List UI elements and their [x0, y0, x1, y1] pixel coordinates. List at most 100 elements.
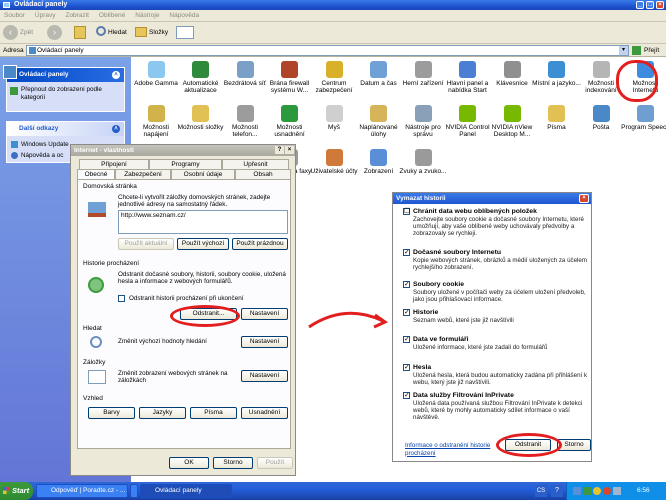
- cp-item[interactable]: NVIDIA nView Desktop M...: [487, 105, 537, 138]
- control-panel-box-header[interactable]: Ovládací panely ˄: [3, 65, 124, 82]
- cp-item[interactable]: Nástroje pro správu: [398, 105, 448, 138]
- use-current-button[interactable]: Použít aktuální: [118, 238, 174, 250]
- colors-button[interactable]: Barvy: [88, 407, 135, 419]
- menu-edit[interactable]: Úpravy: [31, 10, 60, 21]
- cp-item[interactable]: Možnosti složky: [176, 105, 226, 131]
- up-folder-icon[interactable]: [74, 26, 86, 39]
- cp-item[interactable]: Uživatelské účty: [309, 149, 359, 175]
- ok-button[interactable]: OK: [169, 457, 209, 469]
- cp-item[interactable]: Písma: [532, 105, 582, 131]
- network-icon[interactable]: [573, 487, 581, 495]
- cp-item[interactable]: Datum a čas: [354, 61, 404, 87]
- address-dropdown-icon[interactable]: ▾: [619, 46, 628, 55]
- cp-item[interactable]: Herní zařízení: [398, 61, 448, 87]
- language-indicator[interactable]: CS: [535, 485, 547, 497]
- cp-item[interactable]: Možnosti napájení: [131, 105, 181, 138]
- use-blank-button[interactable]: Použít prázdnou: [232, 238, 288, 250]
- tabs-settings-button[interactable]: Nastavení: [241, 370, 288, 382]
- taskbar-control-panel[interactable]: Ovládací panely: [140, 484, 232, 498]
- switch-view-link[interactable]: Přepnout do zobrazení podle kategorií: [7, 82, 124, 101]
- home-page-url-input[interactable]: http://www.seznam.cz/: [118, 210, 288, 234]
- cp-item[interactable]: Místní a jazyko...: [532, 61, 582, 87]
- cp-item[interactable]: Program Speech: [621, 105, 666, 131]
- back-label[interactable]: Zpět: [20, 29, 33, 36]
- about-deleting-history-link[interactable]: Informace o odstranění historie procháze…: [405, 442, 505, 457]
- views-icon[interactable]: [176, 26, 194, 39]
- cp-item[interactable]: Adobe Gamma: [131, 61, 181, 87]
- tab-connections[interactable]: Připojení: [79, 159, 149, 169]
- menu-help[interactable]: Nápověda: [165, 10, 203, 21]
- cp-item[interactable]: Brána firewall systému W...: [265, 61, 315, 94]
- help-tray-icon[interactable]: ?: [551, 485, 563, 497]
- help-button[interactable]: ?: [275, 146, 284, 154]
- cp-item[interactable]: Automatické aktualizace: [176, 61, 226, 94]
- tray-antivirus-icon[interactable]: [603, 487, 611, 495]
- cp-item[interactable]: Bezdrátová síť: [220, 61, 270, 87]
- search-settings-button[interactable]: Nastavení: [241, 336, 288, 348]
- tab-content[interactable]: Obsah: [235, 169, 291, 179]
- use-default-button[interactable]: Použít výchozí: [177, 238, 229, 250]
- tab-privacy[interactable]: Osobní údaje: [171, 169, 235, 179]
- taskbar-browser[interactable]: Odpověď | Poradte.cz - ...: [36, 484, 128, 498]
- tab-security[interactable]: Zabezpečení: [115, 169, 171, 179]
- collapse-icon[interactable]: ˄: [112, 71, 120, 79]
- fonts-button[interactable]: Písma: [190, 407, 237, 419]
- volume-icon[interactable]: [613, 487, 621, 495]
- maximize-button[interactable]: □: [646, 1, 654, 9]
- cp-item[interactable]: Centrum zabezpečení: [309, 61, 359, 94]
- languages-button[interactable]: Jazyky: [139, 407, 186, 419]
- history-settings-button[interactable]: Nastavení: [241, 308, 288, 320]
- history-option-checkbox[interactable]: ✓: [403, 392, 410, 399]
- history-option-checkbox[interactable]: ✓: [403, 281, 410, 288]
- menu-view[interactable]: Zobrazit: [61, 10, 92, 21]
- history-cancel-button[interactable]: Storno: [557, 439, 591, 451]
- cp-item[interactable]: Myš: [309, 105, 359, 131]
- minimize-button[interactable]: _: [636, 1, 644, 9]
- cp-item[interactable]: NVIDIA Control Panel: [443, 105, 493, 138]
- cp-item[interactable]: Klávesnice: [487, 61, 537, 87]
- menu-file[interactable]: Soubor: [0, 10, 29, 21]
- history-option-checkbox[interactable]: ☐: [403, 208, 410, 215]
- back-arrow-icon[interactable]: ‹: [3, 25, 18, 40]
- folders-button[interactable]: Složky: [149, 29, 168, 36]
- history-option-checkbox[interactable]: ✓: [403, 336, 410, 343]
- cancel-button[interactable]: Storno: [213, 457, 253, 469]
- cp-item[interactable]: Pošta: [576, 105, 626, 131]
- history-option-checkbox[interactable]: ✓: [403, 309, 410, 316]
- tab-programs[interactable]: Programy: [149, 159, 222, 169]
- history-option-checkbox[interactable]: ✓: [403, 364, 410, 371]
- cp-item[interactable]: Možnosti usnadnění: [265, 105, 315, 138]
- apply-button[interactable]: Použít: [257, 457, 293, 469]
- delete-on-exit-checkbox[interactable]: [118, 295, 125, 302]
- start-button[interactable]: Start: [0, 482, 33, 500]
- go-arrow-icon[interactable]: [632, 46, 641, 55]
- address-input[interactable]: Ovládací panely ▾: [26, 45, 629, 56]
- dialog-close-button[interactable]: ×: [285, 146, 294, 154]
- delete-history-titlebar[interactable]: Vymazat historii ×: [393, 193, 591, 204]
- tray-app-icon[interactable]: [593, 487, 601, 495]
- other-links-header[interactable]: Další odkazy ˄: [7, 122, 124, 136]
- taskbar-item-2[interactable]: [130, 484, 138, 498]
- search-icon[interactable]: [96, 26, 106, 36]
- cp-item[interactable]: Hlavní panel a nabídka Start: [443, 61, 493, 94]
- collapse-icon[interactable]: ˄: [112, 125, 120, 133]
- cp-item[interactable]: Zobrazení: [354, 149, 404, 175]
- window-titlebar[interactable]: Ovládací panely _ □ ×: [0, 0, 666, 10]
- tab-advanced[interactable]: Upřesnit: [222, 159, 289, 169]
- internet-options-titlebar[interactable]: Internet - vlastnosti ? ×: [71, 145, 295, 156]
- cp-item[interactable]: Možnosti telefon...: [220, 105, 270, 138]
- search-button[interactable]: Hledat: [108, 29, 127, 36]
- accessibility-button[interactable]: Usnadnění: [241, 407, 288, 419]
- history-close-button[interactable]: ×: [579, 194, 589, 203]
- go-button[interactable]: Přejít: [644, 47, 659, 54]
- forward-arrow-icon[interactable]: ›: [47, 25, 62, 40]
- clock[interactable]: 6:56: [637, 482, 650, 500]
- menu-favorites[interactable]: Oblíbené: [95, 10, 129, 21]
- menu-tools[interactable]: Nástroje: [131, 10, 163, 21]
- cp-item[interactable]: Naplánované úlohy: [354, 105, 404, 138]
- history-option-checkbox[interactable]: ✓: [403, 249, 410, 256]
- cp-item[interactable]: Zvuky a zvuko...: [398, 149, 448, 175]
- security-icon[interactable]: [583, 487, 591, 495]
- folders-icon[interactable]: [135, 27, 147, 37]
- close-button[interactable]: ×: [656, 1, 664, 9]
